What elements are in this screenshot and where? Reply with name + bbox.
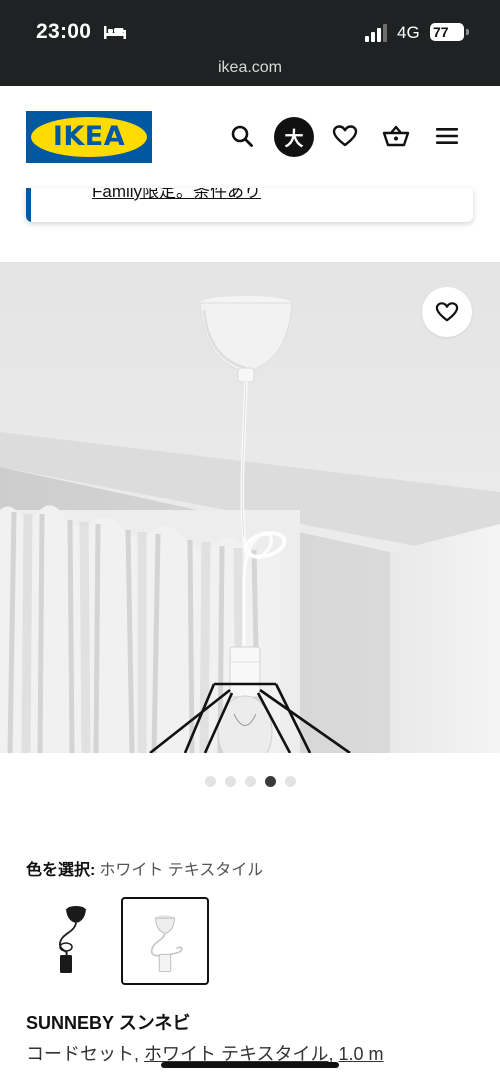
cart-button[interactable] bbox=[376, 116, 416, 156]
banner-accent bbox=[26, 188, 31, 222]
color-label-key: 色を選択: bbox=[26, 862, 96, 879]
desc-type: コードセット, bbox=[26, 1044, 145, 1064]
menu-button[interactable] bbox=[427, 116, 467, 156]
pendant-photo bbox=[0, 262, 500, 753]
address-bar[interactable]: ikea.com bbox=[0, 59, 500, 77]
site-header: IKEA 大 bbox=[0, 86, 500, 188]
basket-icon bbox=[382, 125, 410, 147]
product-title: SUNNEBY スンネビ bbox=[26, 1013, 191, 1033]
pagination-dot[interactable] bbox=[204, 776, 216, 787]
desc-color-link[interactable]: ホワイト テキスタイル bbox=[144, 1044, 328, 1064]
pagination-dot[interactable] bbox=[284, 776, 296, 787]
status-time: 23:00 bbox=[36, 20, 92, 43]
color-selector-label: 色を選択: ホワイト テキスタイル bbox=[26, 856, 263, 880]
desc-separator: , bbox=[328, 1044, 339, 1064]
color-label-value: ホワイト テキスタイル bbox=[99, 862, 264, 879]
ikea-logo[interactable]: IKEA bbox=[26, 111, 152, 163]
pagination-dot-active[interactable] bbox=[264, 776, 276, 787]
search-icon bbox=[231, 125, 253, 147]
heart-icon bbox=[332, 125, 358, 147]
text-size-button[interactable]: 大 bbox=[274, 117, 314, 157]
pagination-dot[interactable] bbox=[244, 776, 256, 787]
menu-icon bbox=[436, 128, 458, 144]
product-image[interactable] bbox=[0, 262, 500, 753]
pagination-dot[interactable] bbox=[224, 776, 236, 787]
network-type: 4G bbox=[397, 23, 420, 42]
heart-outline-icon bbox=[435, 302, 459, 322]
color-swatch-white[interactable] bbox=[121, 897, 209, 985]
battery-indicator: 77 bbox=[430, 23, 464, 41]
search-button[interactable] bbox=[222, 116, 262, 156]
battery-cap bbox=[466, 29, 469, 35]
banner-link[interactable]: Family限定。条件あり bbox=[92, 188, 261, 202]
sleep-mode-icon bbox=[104, 26, 126, 39]
signal-strength-icon bbox=[365, 24, 387, 42]
family-offer-banner[interactable]: Family限定。条件あり bbox=[26, 188, 473, 222]
wishlist-button[interactable] bbox=[325, 116, 365, 156]
home-indicator[interactable] bbox=[161, 1062, 339, 1068]
black-cordset-thumbnail bbox=[59, 906, 86, 973]
color-swatch-black[interactable] bbox=[26, 897, 114, 985]
white-cordset-thumbnail bbox=[150, 915, 183, 973]
favorite-button[interactable] bbox=[422, 287, 472, 337]
image-pagination bbox=[0, 776, 500, 788]
status-bar: 23:00 4G 77 ikea.com bbox=[0, 0, 500, 86]
logo-text: IKEA bbox=[52, 121, 126, 152]
desc-length-link[interactable]: 1.0 m bbox=[339, 1044, 384, 1064]
